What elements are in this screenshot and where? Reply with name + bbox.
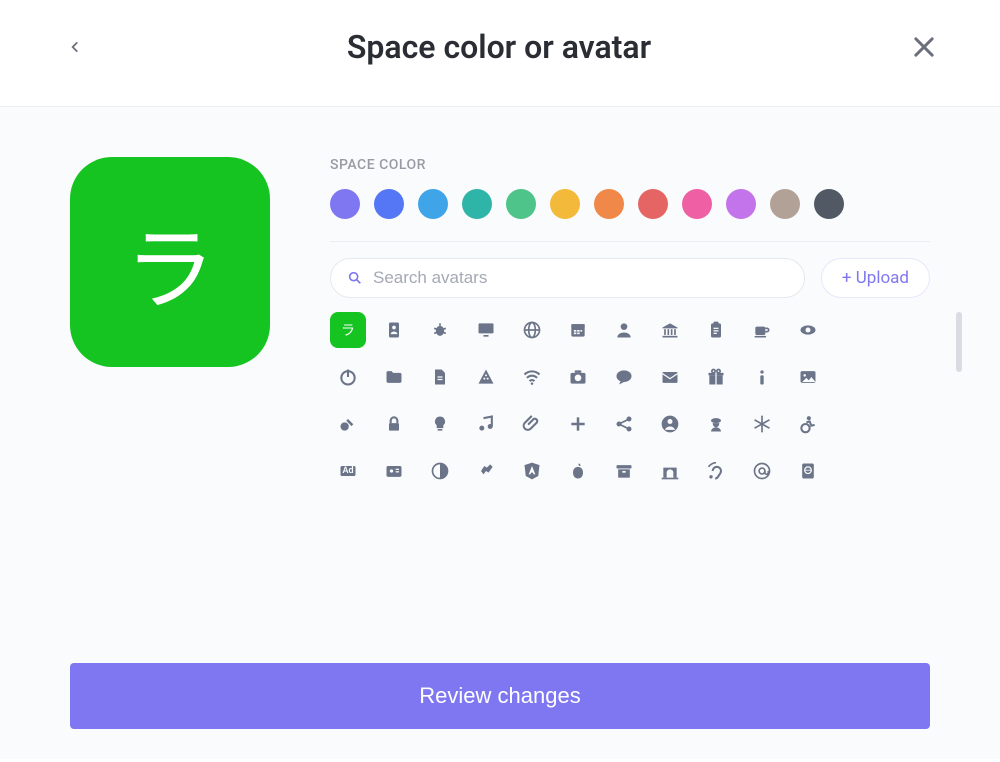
- back-button[interactable]: [60, 32, 90, 62]
- color-swatch-11[interactable]: [814, 189, 844, 219]
- lightbulb-icon[interactable]: [422, 406, 458, 442]
- bank-icon[interactable]: [652, 312, 688, 348]
- color-swatch-2[interactable]: [418, 189, 448, 219]
- color-swatch-4[interactable]: [506, 189, 536, 219]
- info-icon[interactable]: [744, 359, 780, 395]
- avatar-search-input[interactable]: [373, 268, 788, 288]
- sign-language-icon[interactable]: [468, 453, 504, 489]
- accessible-icon[interactable]: [790, 406, 826, 442]
- color-swatch-1[interactable]: [374, 189, 404, 219]
- search-icon: [347, 270, 363, 286]
- globe-icon[interactable]: [514, 312, 550, 348]
- plus-icon[interactable]: [560, 406, 596, 442]
- user-circle-icon[interactable]: [652, 406, 688, 442]
- user-icon[interactable]: [606, 312, 642, 348]
- color-swatch-0[interactable]: [330, 189, 360, 219]
- share-icon[interactable]: [606, 406, 642, 442]
- bug-icon[interactable]: [422, 312, 458, 348]
- divider: [330, 241, 930, 242]
- coffee-icon[interactable]: [744, 312, 780, 348]
- color-swatch-7[interactable]: [638, 189, 668, 219]
- upload-button[interactable]: + Upload: [821, 258, 930, 298]
- angular-icon[interactable]: [514, 453, 550, 489]
- color-swatch-6[interactable]: [594, 189, 624, 219]
- avatar-scrollbar[interactable]: [956, 312, 962, 372]
- envelope-icon[interactable]: [652, 359, 688, 395]
- eye-icon[interactable]: [790, 312, 826, 348]
- assistive-listening-icon[interactable]: [698, 453, 734, 489]
- monitor-icon[interactable]: [468, 312, 504, 348]
- ad-icon[interactable]: Ad: [330, 453, 366, 489]
- color-swatch-5[interactable]: [550, 189, 580, 219]
- folder-icon[interactable]: [376, 359, 412, 395]
- contrast-icon[interactable]: [422, 453, 458, 489]
- paperclip-icon[interactable]: [514, 406, 550, 442]
- atlas-icon[interactable]: [790, 453, 826, 489]
- pizza-icon[interactable]: [468, 359, 504, 395]
- power-icon[interactable]: [330, 359, 366, 395]
- archway-icon[interactable]: [652, 453, 688, 489]
- color-swatch-10[interactable]: [770, 189, 800, 219]
- close-button[interactable]: [908, 31, 940, 63]
- wifi-icon[interactable]: [514, 359, 550, 395]
- avatar-search[interactable]: [330, 258, 805, 298]
- at-icon[interactable]: [744, 453, 780, 489]
- archive-icon[interactable]: [606, 453, 642, 489]
- color-swatch-8[interactable]: [682, 189, 712, 219]
- space-color-label: SPACE COLOR: [330, 157, 930, 173]
- gift-icon[interactable]: [698, 359, 734, 395]
- apple-icon[interactable]: [560, 453, 596, 489]
- avatar-grid: ラ Ad: [330, 312, 930, 489]
- address-book-icon[interactable]: [376, 312, 412, 348]
- color-swatch-9[interactable]: [726, 189, 756, 219]
- music-icon[interactable]: [468, 406, 504, 442]
- page-title: Space color or avatar: [347, 28, 651, 66]
- key-icon[interactable]: [330, 406, 366, 442]
- lock-icon[interactable]: [376, 406, 412, 442]
- clipboard-icon[interactable]: [698, 312, 734, 348]
- file-icon[interactable]: [422, 359, 458, 395]
- user-secret-icon[interactable]: [698, 406, 734, 442]
- image-icon[interactable]: [790, 359, 826, 395]
- color-swatches: [330, 189, 930, 219]
- camera-icon[interactable]: [560, 359, 596, 395]
- color-swatch-3[interactable]: [462, 189, 492, 219]
- id-card-icon[interactable]: [376, 453, 412, 489]
- char[interactable]: ラ: [330, 312, 366, 348]
- snowflake-icon[interactable]: [744, 406, 780, 442]
- calendar-icon[interactable]: [560, 312, 596, 348]
- review-changes-button[interactable]: Review changes: [70, 663, 930, 729]
- avatar-preview-char: ラ: [125, 197, 215, 327]
- avatar-preview: ラ: [70, 157, 270, 367]
- comment-icon[interactable]: [606, 359, 642, 395]
